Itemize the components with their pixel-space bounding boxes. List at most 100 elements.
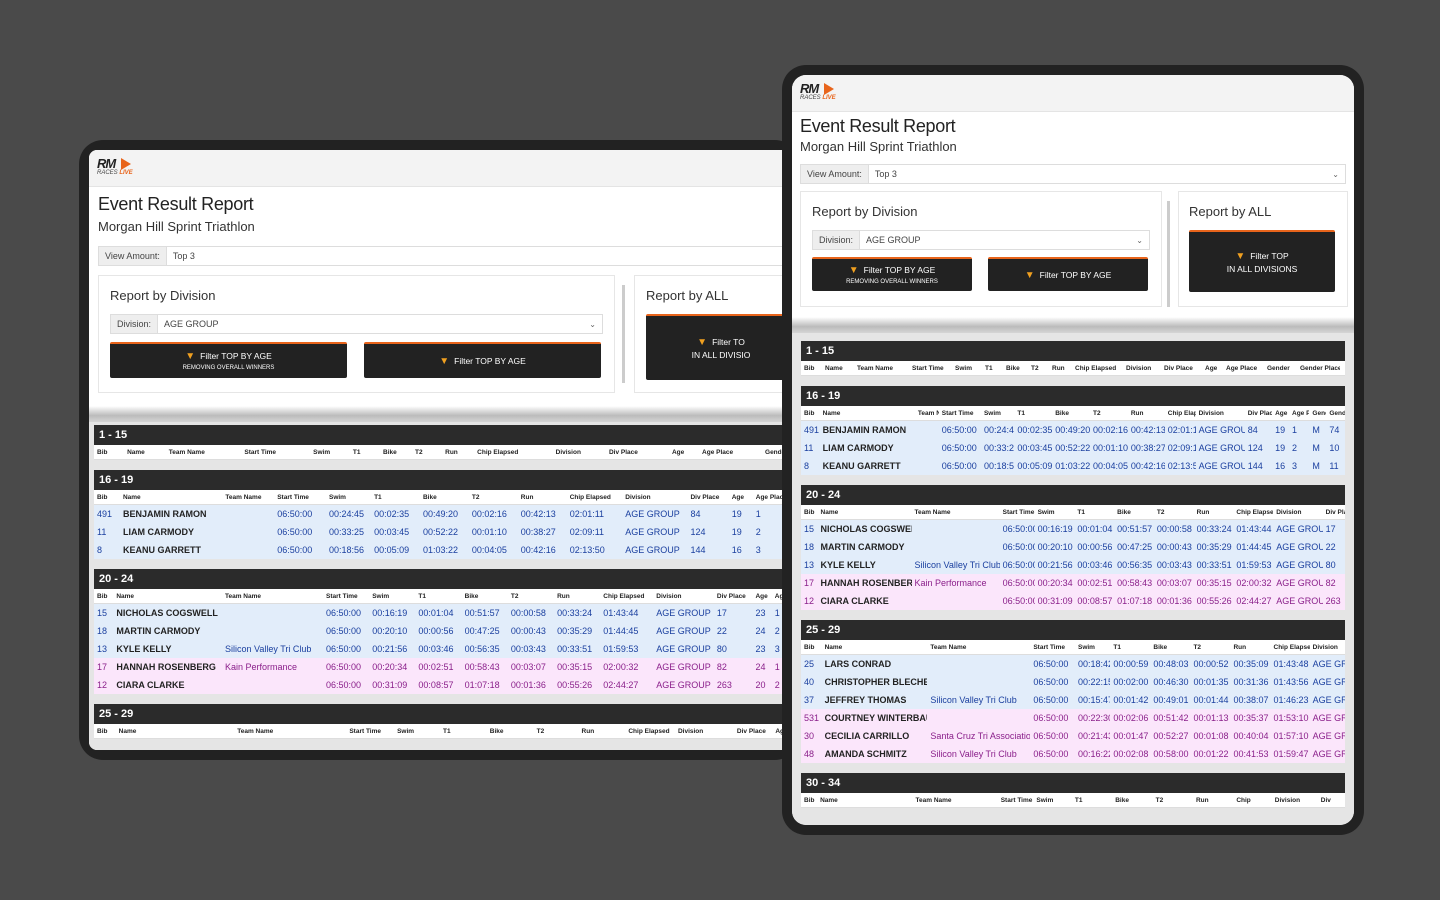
division-select[interactable]: Division: AGE GROUP ⌄ xyxy=(812,230,1150,250)
column-header[interactable]: Division xyxy=(1196,410,1245,417)
column-header[interactable]: Team Name xyxy=(927,644,1030,651)
column-header[interactable]: T1 xyxy=(1110,644,1150,651)
column-header[interactable]: Gender xyxy=(1309,410,1326,417)
column-header[interactable]: Bib xyxy=(801,509,818,516)
column-header[interactable]: Bib xyxy=(94,494,120,501)
view-amount-select[interactable]: View Amount: Top 3 xyxy=(98,246,799,266)
column-header[interactable]: Name xyxy=(822,365,854,372)
age-group-header[interactable]: 25 - 29 xyxy=(94,704,794,724)
column-header[interactable]: Div xyxy=(1318,797,1345,804)
view-amount-select[interactable]: View Amount: Top 3 ⌄ xyxy=(800,164,1346,184)
column-header[interactable]: Swim xyxy=(369,593,415,600)
column-header[interactable]: Bike xyxy=(1003,365,1028,372)
column-header[interactable]: Run xyxy=(1193,797,1233,804)
column-header[interactable]: Swim xyxy=(1075,644,1110,651)
column-header[interactable]: Division xyxy=(1273,509,1322,516)
age-group-header[interactable]: 16 - 19 xyxy=(94,470,794,490)
column-header[interactable]: Team Name xyxy=(166,449,242,456)
column-header[interactable]: Start Time xyxy=(998,797,1034,804)
column-header[interactable]: Swim xyxy=(1033,797,1071,804)
result-row[interactable]: 8 KEANU GARRETT 06:50:00 00:18:5600:05:0901… xyxy=(801,457,1345,475)
column-header[interactable]: Swim xyxy=(326,494,371,501)
column-header[interactable]: Team Name xyxy=(915,410,939,417)
result-row[interactable]: 12 CIARA CLARKE 06:50:00 00:31:09 00:08:57 01… xyxy=(801,592,1345,610)
column-header[interactable]: Div Place xyxy=(1161,365,1202,372)
filter-top-all-divisions-button[interactable]: ▼ Filter TO IN ALL DIVISIO xyxy=(646,314,796,380)
result-row[interactable]: 13 KYLE KELLY Silicon Valley Tri Club 06:50… xyxy=(801,556,1345,574)
column-header[interactable]: Name xyxy=(116,728,235,735)
column-header[interactable]: Bike xyxy=(462,593,508,600)
column-header[interactable]: Division xyxy=(1310,644,1345,651)
column-header[interactable]: Swim xyxy=(310,449,350,456)
age-group-header[interactable]: 20 - 24 xyxy=(94,569,794,589)
filter-top-by-age-button[interactable]: ▼ Filter TOP BY AGE xyxy=(988,257,1148,291)
column-header[interactable]: Bike xyxy=(420,494,469,501)
age-group-header[interactable]: 1 - 15 xyxy=(801,341,1345,361)
column-header[interactable]: Swim xyxy=(1035,509,1075,516)
result-row[interactable]: 25 LARS CONRAD 06:50:00 00:18:42 00:00:59 00:… xyxy=(801,655,1345,673)
result-row[interactable]: 18 MARTIN CARMODY 06:50:00 00:20:10 00:00:56… xyxy=(94,622,794,640)
column-header[interactable]: Swim xyxy=(981,410,1014,417)
column-header[interactable]: Division xyxy=(1123,365,1161,372)
column-header[interactable]: Start Time xyxy=(346,728,394,735)
column-header[interactable]: Chip Elapsed xyxy=(567,494,623,501)
column-header[interactable]: Division xyxy=(1272,797,1318,804)
races-live-logo[interactable]: RM RACES LIVE xyxy=(97,156,149,180)
column-header[interactable]: T1 xyxy=(350,449,380,456)
result-row[interactable]: 491 BENJAMIN RAMON 06:50:00 00:24:45 00:02:3… xyxy=(94,505,794,523)
filter-top-by-age-button[interactable]: ▼ Filter TOP BY AGE xyxy=(364,342,601,378)
column-header[interactable]: Name xyxy=(822,644,928,651)
column-header[interactable]: T1 xyxy=(1072,797,1112,804)
column-header[interactable]: Division xyxy=(653,593,714,600)
column-header[interactable]: Swim xyxy=(952,365,982,372)
result-row[interactable]: 40 CHRISTOPHER BLECHER 06:50:00 00:22:15 00:… xyxy=(801,673,1345,691)
column-header[interactable]: T2 xyxy=(412,449,442,456)
column-header[interactable]: Chip xyxy=(1233,797,1271,804)
column-header[interactable]: Team Name xyxy=(913,797,998,804)
column-header[interactable]: T1 xyxy=(1014,410,1052,417)
column-header[interactable]: Gender Place xyxy=(1297,365,1340,372)
column-header[interactable]: Bib xyxy=(801,797,817,804)
column-header[interactable]: Age xyxy=(1272,410,1289,417)
column-header[interactable]: Age xyxy=(669,449,699,456)
column-header[interactable]: Name xyxy=(120,494,222,501)
column-header[interactable]: Gender xyxy=(1264,365,1297,372)
column-header[interactable]: Age xyxy=(1202,365,1223,372)
column-header[interactable]: Team Name xyxy=(912,509,1000,516)
column-header[interactable]: Start Time xyxy=(241,449,310,456)
result-row[interactable]: 11LIAM CARMODY06:50:0000:33:2500:03:4500… xyxy=(801,439,1345,457)
column-header[interactable]: Division xyxy=(553,449,606,456)
result-row[interactable]: 531COURTNEY WINTERBAUER06:50:0000:22:300… xyxy=(801,709,1345,727)
column-header[interactable]: Chip Elapsed xyxy=(474,449,552,456)
age-group-header[interactable]: 25 - 29 xyxy=(801,620,1345,640)
column-header[interactable]: Chip Elapsed xyxy=(1233,509,1273,516)
column-header[interactable]: Div Place xyxy=(714,593,753,600)
column-header[interactable]: Name xyxy=(124,449,166,456)
column-header[interactable]: Start Time xyxy=(1030,644,1075,651)
filter-top-all-divisions-button[interactable]: ▼ Filter TOP IN ALL DIVISIONS xyxy=(1189,230,1335,292)
result-row[interactable]: 11LIAM CARMODY06:50:0000:33:2500:03:4500… xyxy=(94,523,794,541)
age-group-header[interactable]: 1 - 15 xyxy=(94,425,794,445)
column-header[interactable]: Div Place xyxy=(734,728,772,735)
column-header[interactable]: Run xyxy=(579,728,626,735)
column-header[interactable]: Chip Elapsed xyxy=(600,593,653,600)
column-header[interactable]: Bib xyxy=(94,449,124,456)
races-live-logo[interactable]: RM RACES LIVE xyxy=(800,81,852,105)
column-header[interactable]: Div Place xyxy=(606,449,669,456)
column-header[interactable]: Bib xyxy=(94,728,116,735)
column-header[interactable]: Age Place xyxy=(1289,410,1309,417)
column-header[interactable]: Start Time xyxy=(323,593,369,600)
result-row[interactable]: 17 HANNAH ROSENBERG Kain Performance 06:50:… xyxy=(94,658,794,676)
age-group-header[interactable]: 20 - 24 xyxy=(801,485,1345,505)
result-row[interactable]: 18 MARTIN CARMODY 06:50:00 00:20:10 00:00:56… xyxy=(801,538,1345,556)
column-header[interactable]: Bib xyxy=(801,644,822,651)
column-header[interactable]: Chip Elapsed xyxy=(1072,365,1123,372)
column-header[interactable]: Name xyxy=(820,410,915,417)
column-header[interactable]: Swim xyxy=(394,728,440,735)
column-header[interactable]: Division xyxy=(622,494,687,501)
column-header[interactable]: Bike xyxy=(1150,644,1190,651)
column-header[interactable]: Run xyxy=(1049,365,1072,372)
column-header[interactable]: Team Name xyxy=(854,365,909,372)
column-header[interactable]: Bike xyxy=(380,449,412,456)
age-group-header[interactable]: 30 - 34 xyxy=(801,773,1345,793)
